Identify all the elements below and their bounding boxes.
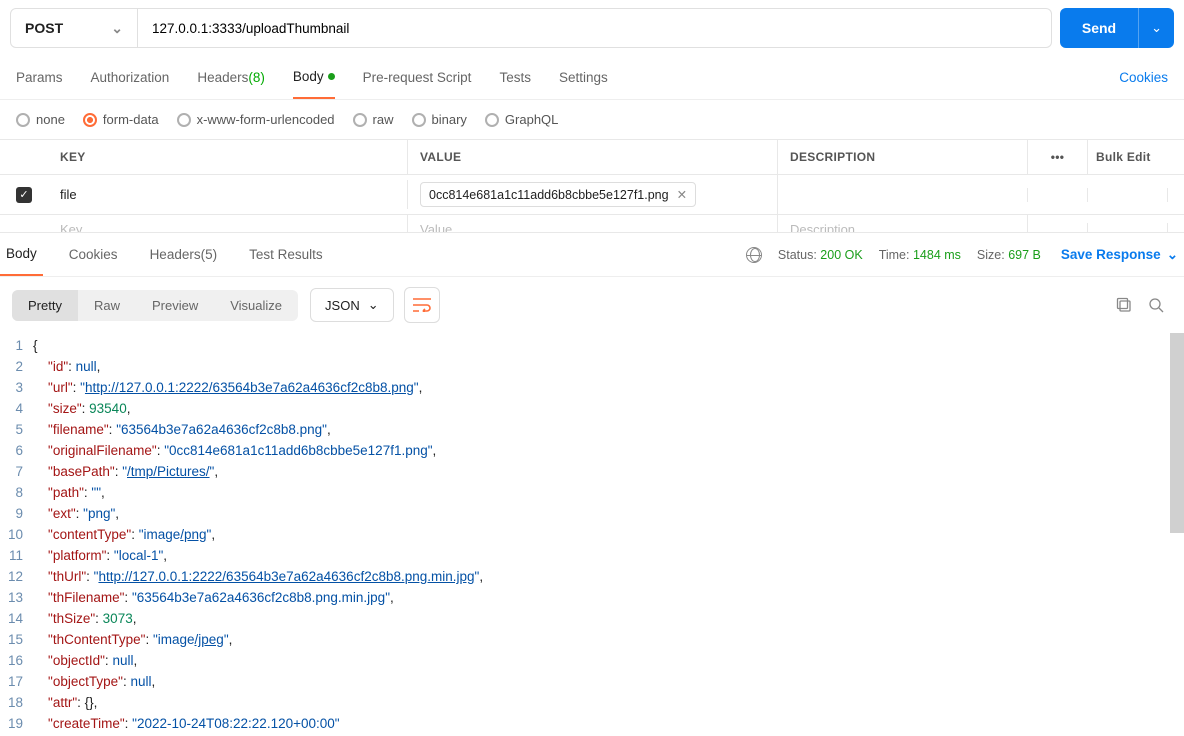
value-placeholder[interactable]: Value xyxy=(408,215,778,233)
col-desc: DESCRIPTION xyxy=(778,140,1028,174)
chevron-down-icon[interactable]: ⌄ xyxy=(1138,8,1174,48)
response-tabs: Body Cookies Headers (5) Test Results St… xyxy=(0,233,1184,277)
key-placeholder[interactable]: Key xyxy=(48,215,408,233)
tab-authorization[interactable]: Authorization xyxy=(91,56,170,99)
save-response-button[interactable]: Save Response ⌄ xyxy=(1061,247,1178,263)
view-preview[interactable]: Preview xyxy=(136,290,214,321)
table-header: KEY VALUE DESCRIPTION ••• Bulk Edit xyxy=(0,140,1184,175)
body-type-formdata[interactable]: form-data xyxy=(83,112,159,127)
body-type-raw[interactable]: raw xyxy=(353,112,394,127)
tab-prerequest[interactable]: Pre-request Script xyxy=(363,56,472,99)
file-pill[interactable]: 0cc814e681a1c11add6b8cbbe5e127f1.png✕ xyxy=(420,182,696,207)
method-value: POST xyxy=(25,20,63,36)
copy-icon xyxy=(1116,297,1132,313)
method-select[interactable]: POST ⌄ xyxy=(10,8,138,48)
cookies-link[interactable]: Cookies xyxy=(1119,70,1168,85)
resp-tab-headers[interactable]: Headers (5) xyxy=(144,233,224,276)
resp-tab-cookies[interactable]: Cookies xyxy=(63,233,124,276)
key-cell[interactable]: file xyxy=(48,180,408,209)
body-type-none[interactable]: none xyxy=(16,112,65,127)
view-mode-segment: Pretty Raw Preview Visualize xyxy=(12,290,298,321)
viewer-toolbar: Pretty Raw Preview Visualize JSON⌄ xyxy=(0,277,1184,333)
resp-tab-body[interactable]: Body xyxy=(0,233,43,276)
chevron-down-icon: ⌄ xyxy=(111,20,123,37)
search-button[interactable] xyxy=(1140,289,1172,321)
body-type-binary[interactable]: binary xyxy=(412,112,467,127)
response-body[interactable]: 12345678910111213141516171819 { "id": nu… xyxy=(0,333,1184,736)
send-button[interactable]: Send ⌄ xyxy=(1060,8,1174,48)
tab-body[interactable]: Body xyxy=(293,56,335,99)
search-icon xyxy=(1148,297,1164,313)
resp-tab-tests[interactable]: Test Results xyxy=(243,233,329,276)
tab-headers[interactable]: Headers (8) xyxy=(197,56,265,99)
view-raw[interactable]: Raw xyxy=(78,290,136,321)
more-icon[interactable]: ••• xyxy=(1028,140,1088,174)
chevron-down-icon: ⌄ xyxy=(1167,247,1178,263)
view-pretty[interactable]: Pretty xyxy=(12,290,78,321)
tab-params[interactable]: Params xyxy=(16,56,63,99)
url-input[interactable] xyxy=(138,8,1052,48)
request-tabs: Params Authorization Headers (8) Body Pr… xyxy=(0,56,1184,100)
body-type-urlencoded[interactable]: x-www-form-urlencoded xyxy=(177,112,335,127)
scrollbar[interactable] xyxy=(1170,333,1184,533)
desc-placeholder[interactable]: Description xyxy=(778,215,1028,233)
format-select[interactable]: JSON⌄ xyxy=(310,288,394,322)
tab-tests[interactable]: Tests xyxy=(499,56,531,99)
close-icon[interactable]: ✕ xyxy=(677,187,687,202)
tab-settings[interactable]: Settings xyxy=(559,56,608,99)
globe-icon[interactable] xyxy=(746,247,762,263)
response-meta: Status: 200 OK Time: 1484 ms Size: 697 B xyxy=(746,247,1041,263)
chevron-down-icon: ⌄ xyxy=(368,297,379,313)
table-row: Key Value Description xyxy=(0,215,1184,233)
bulk-edit-link[interactable]: Bulk Edit xyxy=(1088,140,1168,174)
body-type-row: none form-data x-www-form-urlencoded raw… xyxy=(0,100,1184,139)
request-bar: POST ⌄ Send ⌄ xyxy=(0,0,1184,56)
body-type-graphql[interactable]: GraphQL xyxy=(485,112,558,127)
col-value: VALUE xyxy=(408,140,778,174)
wrap-icon xyxy=(413,298,431,312)
modified-dot-icon xyxy=(328,73,335,80)
copy-button[interactable] xyxy=(1108,289,1140,321)
formdata-table: KEY VALUE DESCRIPTION ••• Bulk Edit ✓ fi… xyxy=(0,139,1184,233)
desc-cell[interactable] xyxy=(778,188,1028,202)
send-label: Send xyxy=(1060,20,1138,36)
wrap-lines-button[interactable] xyxy=(404,287,440,323)
col-key: KEY xyxy=(48,140,408,174)
table-row: ✓ file 0cc814e681a1c11add6b8cbbe5e127f1.… xyxy=(0,175,1184,215)
row-checkbox[interactable]: ✓ xyxy=(16,187,32,203)
view-visualize[interactable]: Visualize xyxy=(214,290,298,321)
